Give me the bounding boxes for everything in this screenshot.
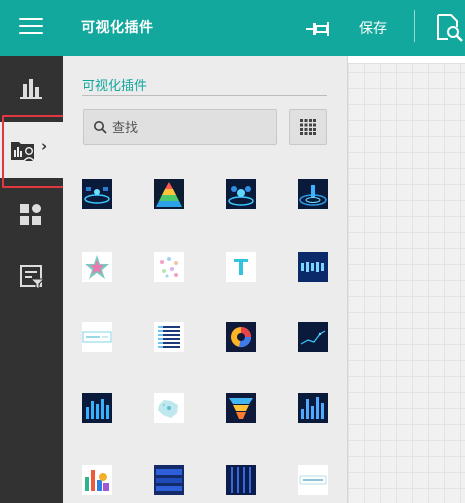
dashboard-icon [20,204,41,225]
menu-icon[interactable] [19,18,43,36]
save-button[interactable]: 保存 [359,18,387,38]
plugin-panel: 可视化插件 [63,56,348,503]
panel-plugin[interactable] [154,465,184,495]
star-plugin[interactable] [82,252,112,282]
grid-view-icon [300,119,316,135]
pin-icon[interactable] [304,17,332,41]
radar-stage-plugin[interactable] [298,179,328,209]
search-icon [94,121,107,134]
text-plugin[interactable] [226,252,256,282]
highlight-box [2,115,70,188]
stage-cluster-plugin[interactable] [226,179,256,209]
design-canvas[interactable] [348,56,465,503]
search-input[interactable] [112,118,262,138]
toolbar-divider [414,10,415,42]
preview-icon[interactable] [434,13,464,43]
bar-gradient-plugin[interactable] [298,393,328,423]
bar-chart-icon [20,79,42,99]
glow-stage-plugin[interactable] [82,179,112,209]
funnel-plugin[interactable] [226,393,256,423]
banner-plugin[interactable] [82,322,112,352]
donut-plugin[interactable] [226,322,256,352]
label-plugin[interactable] [298,465,328,495]
sidebar-item-charts[interactable] [0,60,63,116]
app-title: 可视化插件 [81,20,154,36]
search-box [83,109,277,145]
panel-divider [82,95,327,96]
line-dark-plugin[interactable] [298,322,328,352]
sidebar-item-report[interactable] [0,248,63,304]
grid-view-button[interactable] [289,109,327,145]
panel-title: 可视化插件 [82,79,148,94]
digital-number-plugin[interactable] [298,252,328,282]
stripe-plugin[interactable] [226,465,256,495]
canvas-ruler [348,56,465,64]
particle-plugin[interactable] [154,252,184,282]
sidebar-item-dashboard[interactable] [0,186,63,242]
bar-glow-plugin[interactable] [82,393,112,423]
report-filter-icon [20,265,45,290]
mosaic-plugin[interactable] [82,465,112,495]
list-plugin[interactable] [154,322,184,352]
top-bar: 可视化插件 保存 [0,0,465,56]
map-plugin[interactable] [154,393,184,423]
pyramid-plugin[interactable] [154,179,184,209]
